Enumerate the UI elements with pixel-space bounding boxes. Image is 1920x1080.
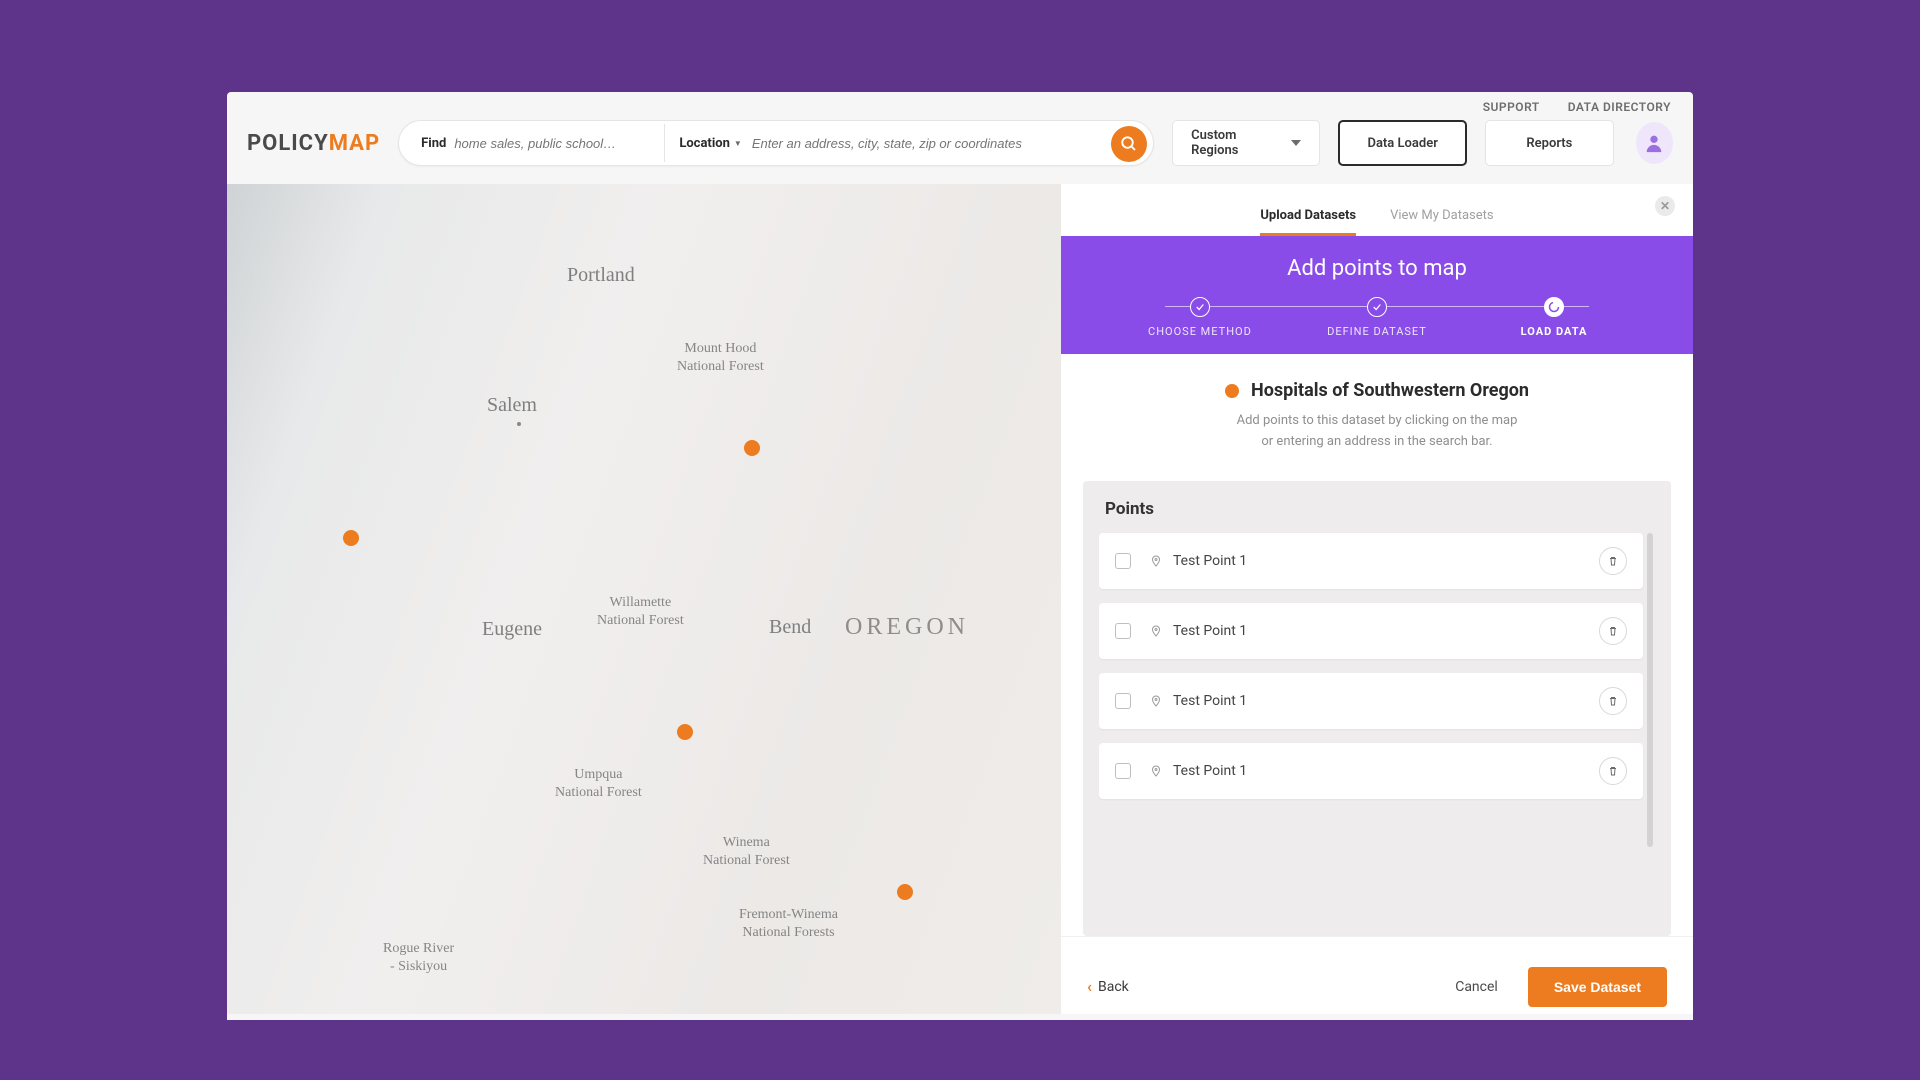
search-icon (1120, 135, 1138, 153)
save-dataset-button[interactable]: Save Dataset (1528, 967, 1667, 1007)
user-icon (1643, 132, 1665, 154)
dataset-subtitle: Add points to this dataset by clicking o… (1157, 411, 1597, 453)
cancel-button[interactable]: Cancel (1455, 979, 1498, 995)
step-define-dataset: DEFINE DATASET (1289, 297, 1466, 338)
progress-icon (1544, 297, 1564, 317)
point-checkbox[interactable] (1115, 693, 1131, 709)
scrollbar-thumb[interactable] (1647, 533, 1653, 848)
logo-text-a: POLICY (247, 131, 329, 156)
chevron-down-icon (1291, 140, 1301, 146)
support-link[interactable]: SUPPORT (1483, 100, 1540, 114)
point-checkbox[interactable] (1115, 623, 1131, 639)
map-label-salem: Salem (487, 394, 537, 417)
map-label-mthood: Mount HoodNational Forest (677, 340, 764, 375)
pin-icon (1149, 694, 1163, 708)
dataset-header: Hospitals of Southwestern Oregon Add poi… (1061, 354, 1693, 467)
custom-regions-button[interactable]: Custom Regions (1172, 120, 1320, 166)
location-input[interactable] (752, 136, 1032, 151)
check-icon (1190, 297, 1210, 317)
step-choose-method: CHOOSE METHOD (1112, 297, 1289, 338)
search-divider (664, 124, 665, 162)
map-label-portland: Portland (567, 264, 635, 287)
step-load-data: LOAD DATA (1466, 297, 1643, 338)
data-directory-link[interactable]: DATA DIRECTORY (1568, 100, 1671, 114)
find-label: Find (399, 136, 446, 151)
delete-point-button[interactable] (1599, 757, 1627, 785)
map-label-winema: WinemaNational Forest (703, 834, 790, 869)
dataset-dot-icon (1225, 384, 1239, 398)
nav-row: POLICYMAP Find Location▼ Custom Regions … (227, 120, 1693, 184)
point-checkbox[interactable] (1115, 553, 1131, 569)
map-label-rogue: Rogue River- Siskiyou (383, 940, 454, 975)
points-heading: Points (1099, 499, 1655, 519)
app-frame: SUPPORT DATA DIRECTORY POLICYMAP Find Lo… (227, 92, 1693, 1020)
search-button[interactable] (1111, 126, 1147, 162)
chevron-left-icon: ‹ (1087, 977, 1092, 996)
check-icon (1367, 297, 1387, 317)
map-point[interactable] (744, 440, 760, 456)
map-point[interactable] (677, 724, 693, 740)
point-name: Test Point 1 (1173, 693, 1247, 709)
pin-icon (1149, 624, 1163, 638)
points-list: Test Point 1 Test Point 1 Test Point 1 Test… (1099, 533, 1655, 926)
point-name: Test Point 1 (1173, 553, 1247, 569)
reports-button[interactable]: Reports (1485, 120, 1614, 166)
tab-upload-datasets[interactable]: Upload Datasets (1260, 208, 1356, 236)
search-bar: Find Location▼ (398, 120, 1154, 166)
points-card: Points Test Point 1Test Point 1Test Poin… (1083, 481, 1671, 936)
logo-text-b: MAP (329, 131, 380, 156)
data-loader-button[interactable]: Data Loader (1338, 120, 1467, 166)
wizard-steps: CHOOSE METHOD DEFINE DATASET LOAD DATA (1112, 297, 1643, 338)
delete-point-button[interactable] (1599, 617, 1627, 645)
wizard-header: Add points to map CHOOSE METHOD DEFINE D… (1061, 236, 1693, 354)
logo: POLICYMAP (247, 131, 380, 156)
map-label-willamette: WillametteNational Forest (597, 594, 684, 629)
point-name: Test Point 1 (1173, 623, 1247, 639)
panel-footer: ‹ Back Cancel Save Dataset (1061, 936, 1693, 1014)
find-input[interactable] (446, 136, 656, 151)
point-name: Test Point 1 (1173, 763, 1247, 779)
map-label-oregon: OREGON (845, 614, 969, 641)
map-point[interactable] (343, 530, 359, 546)
avatar-button[interactable] (1636, 122, 1673, 164)
point-row[interactable]: Test Point 1 (1099, 743, 1643, 799)
location-label[interactable]: Location▼ (679, 136, 742, 151)
map-label-fremont: Fremont-WinemaNational Forests (739, 906, 838, 941)
delete-point-button[interactable] (1599, 547, 1627, 575)
city-dot-salem (517, 422, 521, 426)
tab-view-my-datasets[interactable]: View My Datasets (1390, 208, 1494, 236)
panel-tabs: Upload Datasets View My Datasets (1061, 184, 1693, 236)
dataset-title: Hospitals of Southwestern Oregon (1101, 380, 1653, 401)
pin-icon (1149, 764, 1163, 778)
side-panel: ✕ Upload Datasets View My Datasets Add p… (1061, 184, 1693, 1014)
pin-icon (1149, 554, 1163, 568)
delete-point-button[interactable] (1599, 687, 1627, 715)
map-label-umpqua: UmpquaNational Forest (555, 766, 642, 801)
map-label-bend: Bend (769, 616, 811, 639)
main-split: Portland Salem Eugene Bend OREGON Mount … (227, 184, 1693, 1014)
back-button[interactable]: ‹ Back (1087, 977, 1129, 996)
wizard-title: Add points to map (1287, 256, 1467, 281)
point-checkbox[interactable] (1115, 763, 1131, 779)
map-pane[interactable]: Portland Salem Eugene Bend OREGON Mount … (227, 184, 1061, 1014)
point-row[interactable]: Test Point 1 (1099, 533, 1643, 589)
utility-bar: SUPPORT DATA DIRECTORY (227, 92, 1693, 120)
map-label-eugene: Eugene (482, 618, 542, 641)
point-row[interactable]: Test Point 1 (1099, 603, 1643, 659)
close-button[interactable]: ✕ (1655, 196, 1675, 216)
point-row[interactable]: Test Point 1 (1099, 673, 1643, 729)
map-point[interactable] (897, 884, 913, 900)
